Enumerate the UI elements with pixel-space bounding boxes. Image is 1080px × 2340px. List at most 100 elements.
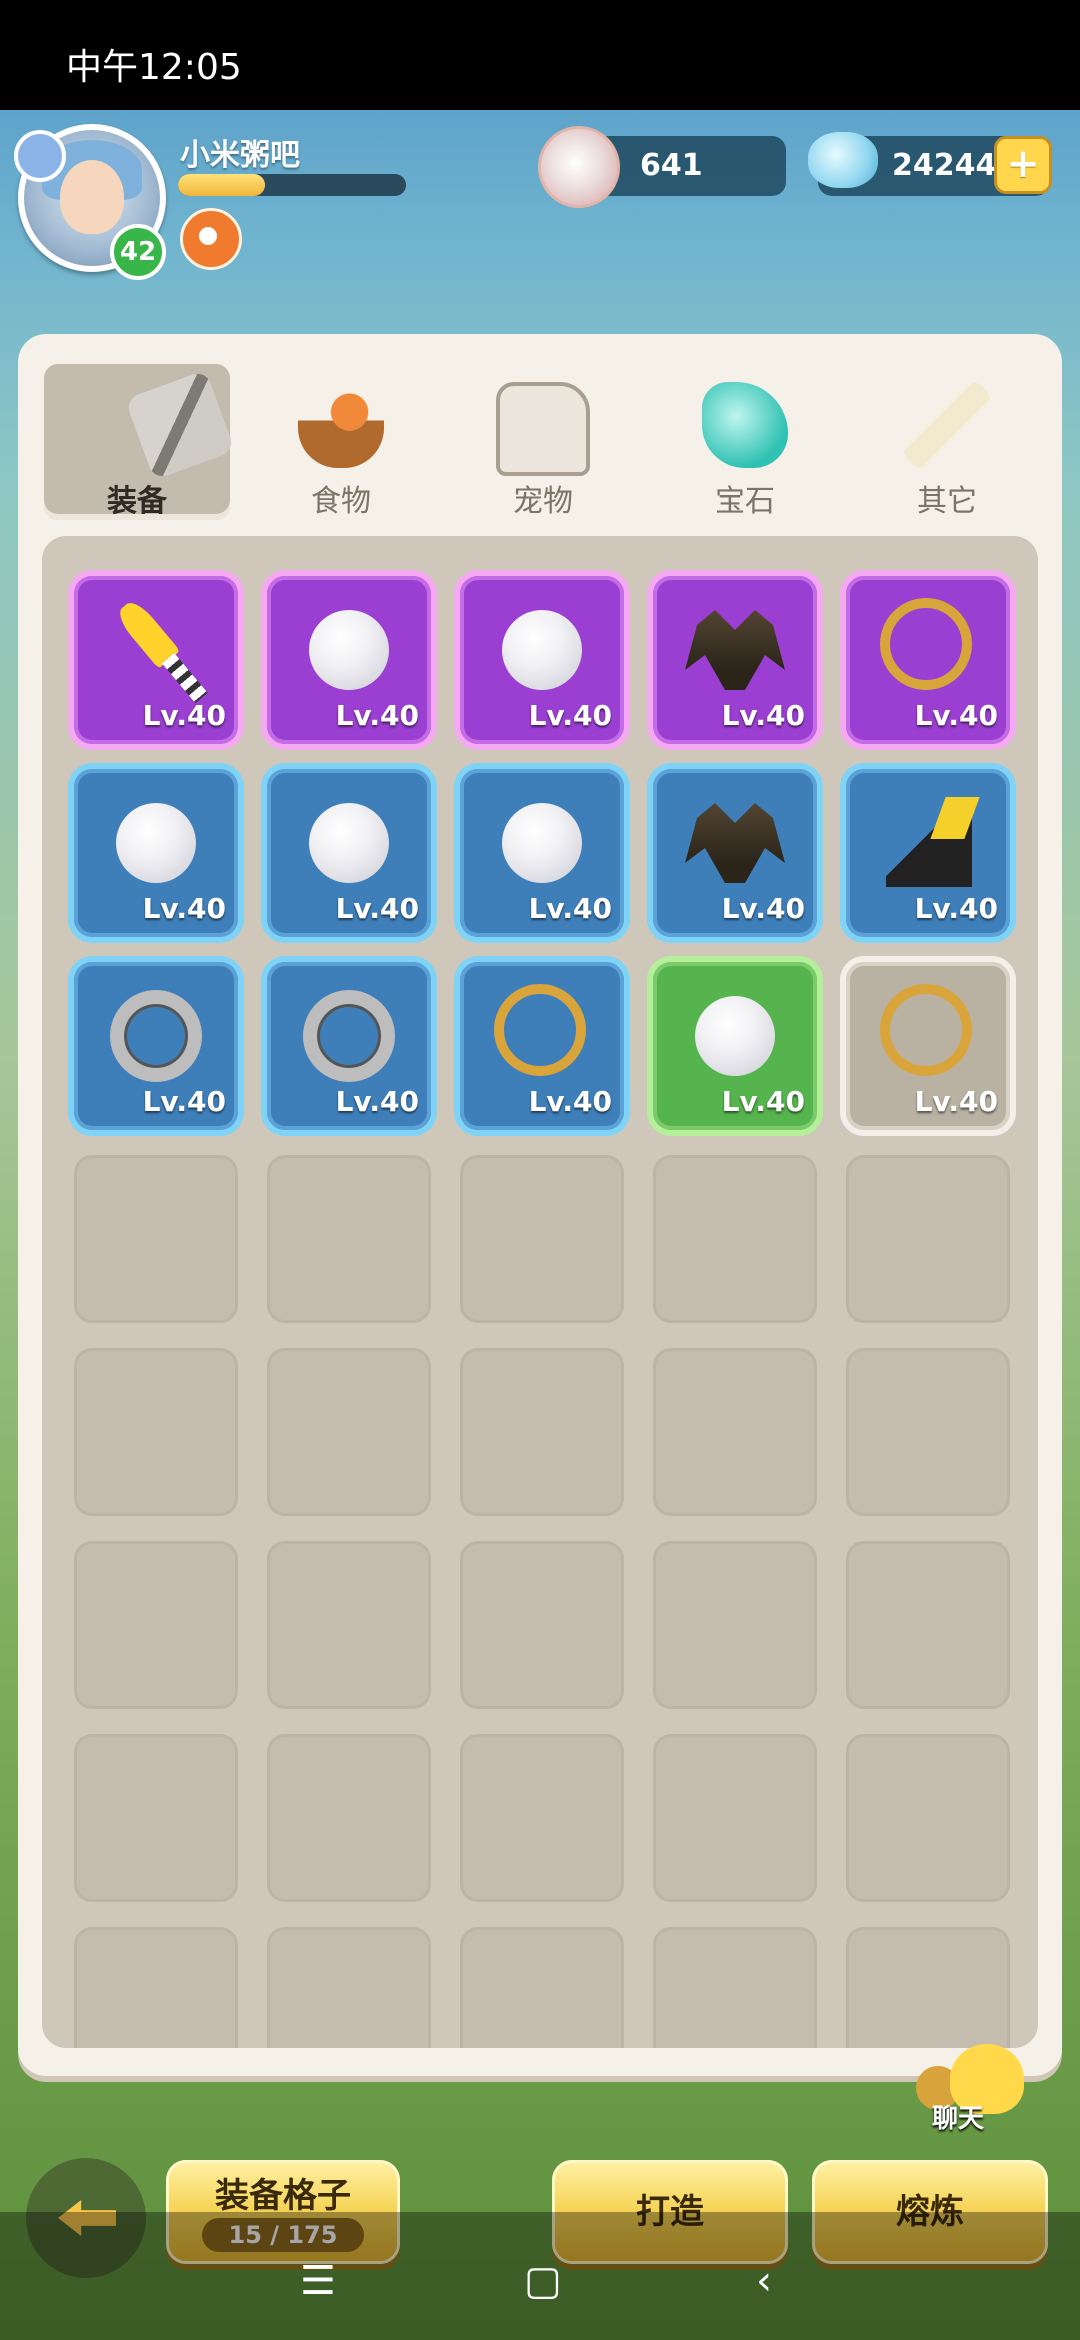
pearl-icon (502, 610, 582, 690)
diamond-icon (808, 132, 878, 188)
gem-icon (702, 382, 788, 468)
empty-slot[interactable] (460, 1927, 624, 2048)
item-slot[interactable]: Lv.40 (460, 576, 624, 744)
exp-bar (178, 174, 406, 196)
ring-icon (303, 990, 395, 1082)
empty-slot[interactable] (74, 1541, 238, 1709)
item-slot[interactable]: Lv.40 (846, 769, 1010, 937)
empty-slot[interactable] (267, 1734, 431, 1902)
empty-slot[interactable] (846, 1541, 1010, 1709)
item-level: Lv.40 (142, 699, 226, 732)
tab-label: 宠物 (513, 484, 573, 519)
tab-label: 装备 (107, 484, 167, 519)
item-level: Lv.40 (528, 892, 612, 925)
empty-slot[interactable] (74, 1348, 238, 1516)
empty-slot[interactable] (653, 1927, 817, 2048)
item-level: Lv.40 (914, 1085, 998, 1118)
empty-slot[interactable] (846, 1734, 1010, 1902)
chat-button[interactable]: 聊天 (910, 2044, 1030, 2134)
item-level: Lv.40 (335, 1085, 419, 1118)
player-name: 小米粥吧 (180, 138, 300, 173)
item-slot[interactable]: Lv.40 (267, 576, 431, 744)
item-level: Lv.40 (528, 699, 612, 732)
empty-slot[interactable] (74, 1155, 238, 1323)
diamond-count: 24244 (892, 148, 997, 183)
item-slot[interactable]: Lv.40 (74, 962, 238, 1130)
empty-slot[interactable] (846, 1348, 1010, 1516)
item-slot[interactable]: Lv.40 (653, 962, 817, 1130)
status-time: 中午12:05 (66, 47, 242, 88)
equipment-slots-label: 装备格子 (215, 2176, 351, 2216)
pearl-icon (309, 610, 389, 690)
pearl-icon (309, 803, 389, 883)
vip-icon[interactable] (180, 208, 242, 270)
tab-food-basket[interactable]: 食物 (248, 364, 434, 520)
menu-icon[interactable]: ☰ (300, 2258, 336, 2304)
tab-label: 食物 (311, 484, 371, 519)
item-slot[interactable]: Lv.40 (74, 769, 238, 937)
shoulder-armor-icon (685, 803, 785, 883)
empty-slot[interactable] (267, 1927, 431, 2048)
item-slot[interactable]: Lv.40 (460, 962, 624, 1130)
item-level: Lv.40 (721, 892, 805, 925)
item-slot[interactable]: Lv.40 (460, 769, 624, 937)
tab-bone[interactable]: 其它 (854, 364, 1040, 520)
add-diamond-button[interactable]: + (994, 136, 1052, 194)
item-slot[interactable]: Lv.40 (267, 769, 431, 937)
empty-slot[interactable] (267, 1348, 431, 1516)
ring-icon (110, 990, 202, 1082)
home-icon[interactable]: ▢ (524, 2258, 562, 2304)
pearl-shell-icon (538, 126, 620, 208)
tab-stone-hammer[interactable]: 装备 (44, 364, 236, 520)
item-level: Lv.40 (142, 892, 226, 925)
necklace-icon (880, 984, 972, 1076)
item-level: Lv.40 (914, 892, 998, 925)
item-slot[interactable]: Lv.40 (653, 576, 817, 744)
item-level: Lv.40 (528, 1085, 612, 1118)
empty-slot[interactable] (460, 1734, 624, 1902)
necklace-icon (880, 598, 972, 690)
avatar-face (60, 160, 124, 234)
empty-slot[interactable] (267, 1541, 431, 1709)
pearl-icon (116, 803, 196, 883)
tab-pet-skull[interactable]: 宠物 (450, 364, 636, 520)
boot-icon (886, 797, 972, 887)
level-badge: 42 (110, 224, 166, 280)
necklace-icon (494, 984, 586, 1076)
item-level: Lv.40 (914, 699, 998, 732)
item-slot[interactable]: Lv.40 (267, 962, 431, 1130)
item-level: Lv.40 (721, 1085, 805, 1118)
tab-label: 宝石 (715, 484, 775, 519)
stone-hammer-icon (124, 369, 236, 481)
tab-label: 其它 (917, 484, 977, 519)
tab-gem[interactable]: 宝石 (652, 364, 838, 520)
empty-slot[interactable] (74, 1734, 238, 1902)
chat-label: 聊天 (932, 2104, 985, 2134)
empty-slot[interactable] (653, 1541, 817, 1709)
empty-slot[interactable] (653, 1734, 817, 1902)
empty-slot[interactable] (74, 1927, 238, 2048)
empty-slot[interactable] (267, 1155, 431, 1323)
empty-slot[interactable] (460, 1541, 624, 1709)
food-basket-icon (298, 382, 384, 468)
inventory-grid: Lv.40 Lv.40 Lv.40 Lv.40 Lv.40 Lv.40 Lv.40 Lv.40… (42, 536, 1038, 2048)
item-slot[interactable]: Lv.40 (846, 576, 1010, 744)
exp-bar-fill (178, 174, 265, 196)
item-slot[interactable]: Lv.40 (653, 769, 817, 937)
empty-slot[interactable] (653, 1155, 817, 1323)
empty-slot[interactable] (846, 1927, 1010, 2048)
empty-slot[interactable] (653, 1348, 817, 1516)
item-level: Lv.40 (335, 699, 419, 732)
back-nav-icon[interactable]: ‹ (756, 2258, 772, 2304)
empty-slot[interactable] (460, 1155, 624, 1323)
pearl-count: 641 (640, 148, 703, 183)
empty-slot[interactable] (846, 1155, 1010, 1323)
item-level: Lv.40 (721, 699, 805, 732)
empty-slot[interactable] (460, 1348, 624, 1516)
item-slot[interactable]: Lv.40 (74, 576, 238, 744)
item-level: Lv.40 (335, 892, 419, 925)
pearl-icon (695, 996, 775, 1076)
avatar-frame-icon (14, 130, 66, 182)
item-slot[interactable]: Lv.40 (846, 962, 1010, 1130)
item-level: Lv.40 (142, 1085, 226, 1118)
